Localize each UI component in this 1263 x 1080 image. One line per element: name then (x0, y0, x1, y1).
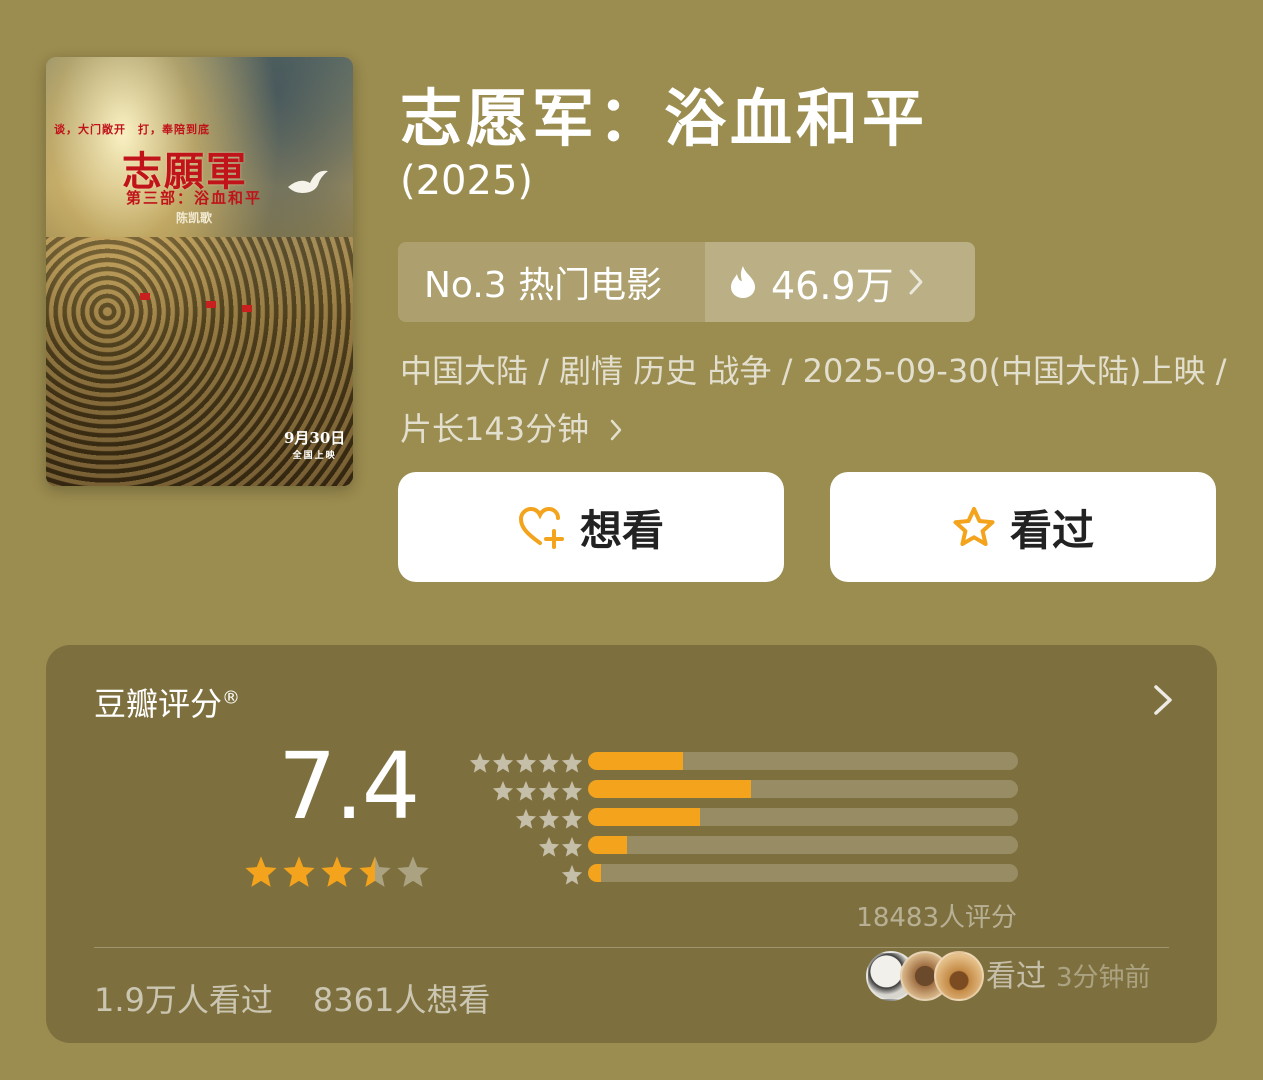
star-small-icon (538, 808, 560, 829)
poster-flag (242, 305, 252, 312)
star-filled-icon (321, 856, 353, 887)
row-stars (492, 780, 583, 802)
star-filled-icon (283, 856, 315, 887)
star-small-icon (561, 864, 583, 885)
watch-stats: 1.9万人看过 8361人想看 (94, 975, 490, 1021)
star-outline-icon (953, 507, 995, 546)
recent-time: 3分钟前 (1056, 963, 1151, 993)
row-stars (515, 808, 583, 830)
star-small-icon (538, 752, 560, 773)
registered-mark: ® (222, 687, 241, 709)
wish-count: 8361人想看 (312, 981, 491, 1019)
movie-title: 志愿军：浴血和平 (400, 82, 929, 155)
star-small-icon (538, 780, 560, 801)
dove-icon (288, 170, 328, 193)
movie-meta-text: 中国大陆 / 剧情 历史 战争 / 2025-09-30(中国大陆)上映 / 片… (400, 352, 1227, 448)
star-filled-icon (245, 856, 277, 887)
rating-bar-track (588, 864, 1018, 882)
star-small-icon (492, 780, 514, 801)
star-small-icon (515, 780, 537, 801)
heat-value: 46.9万 (771, 263, 894, 308)
movie-year: (2025) (400, 158, 534, 204)
poster-director: 陈凯歌 (176, 211, 213, 225)
rating-distribution-row (466, 833, 1026, 861)
divider (94, 947, 1169, 948)
poster-subtitle: 第三部：浴血和平 (126, 189, 263, 207)
star-small-icon (492, 752, 514, 773)
movie-meta[interactable]: 中国大陆 / 剧情 历史 战争 / 2025-09-30(中国大陆)上映 / 片… (400, 342, 1230, 458)
recent-label: 看过 (986, 959, 1046, 994)
rating-bar-fill (588, 808, 700, 826)
movie-poster[interactable]: 谈，大门敞开 打，奉陪到底 志願軍 第三部：浴血和平 陈凯歌 9月30日 全国上… (46, 57, 353, 486)
star-small-icon (561, 752, 583, 773)
recent-avatars[interactable] (866, 951, 984, 1001)
rating-bar-fill (588, 752, 683, 770)
star-small-icon (515, 752, 537, 773)
poster-release-sub: 全国上映 (292, 451, 337, 461)
chevron-right-icon[interactable] (1151, 683, 1175, 717)
star-small-icon (561, 836, 583, 857)
avatar[interactable] (934, 951, 984, 1001)
rating-bar-fill (588, 836, 627, 854)
rank-label: No.3 热门电影 (424, 265, 663, 306)
poster-flag (140, 293, 150, 300)
star-small-icon (561, 808, 583, 829)
heart-plus-icon (518, 506, 564, 549)
poster-flag (206, 301, 216, 308)
rating-bar-track (588, 836, 1018, 854)
row-stars (469, 752, 583, 774)
rating-heading: 豆瓣评分® (94, 685, 241, 723)
douban-rating-card[interactable]: 豆瓣评分® 7.4 18483人评分 1.9万人看过 8361人想看 看过 3分钟… (46, 645, 1217, 1043)
star-small-icon (538, 836, 560, 857)
flame-icon (731, 266, 755, 298)
rating-bar-track (588, 780, 1018, 798)
chevron-right-icon (909, 269, 923, 295)
rating-count: 18483人评分 (856, 903, 1017, 933)
want-label: 想看 (579, 505, 664, 555)
star-empty-icon (397, 856, 429, 887)
poster-release-date: 9月30日 全国上映 (284, 429, 345, 465)
star-half-icon (359, 856, 391, 887)
want-to-watch-button[interactable]: 想看 (398, 472, 784, 582)
rating-distribution (466, 749, 1026, 889)
row-stars (538, 836, 583, 858)
star-small-icon (561, 780, 583, 801)
watched-button[interactable]: 看过 (830, 472, 1216, 582)
chevron-right-icon (611, 419, 622, 441)
row-stars (561, 864, 583, 886)
rating-score: 7.4 (278, 733, 420, 840)
recent-activity: 看过 3分钟前 (986, 951, 1151, 995)
rating-bar-track (588, 752, 1018, 770)
star-small-icon (515, 808, 537, 829)
watched-count: 1.9万人看过 (94, 981, 273, 1019)
rating-bar-fill (588, 780, 752, 798)
rating-distribution-row (466, 777, 1026, 805)
star-small-icon (469, 752, 491, 773)
rating-distribution-row (466, 805, 1026, 833)
rating-distribution-row (466, 749, 1026, 777)
watched-label: 看过 (1009, 505, 1094, 555)
rank-badge[interactable]: No.3 热门电影 46.9万 (398, 242, 975, 322)
rating-distribution-row (466, 861, 1026, 889)
rating-stars (244, 855, 430, 889)
poster-tagline: 谈，大门敞开 打，奉陪到底 (54, 123, 210, 136)
rating-bar-fill (588, 864, 601, 882)
rating-bar-track (588, 808, 1018, 826)
heat-section[interactable]: 46.9万 (705, 242, 975, 322)
